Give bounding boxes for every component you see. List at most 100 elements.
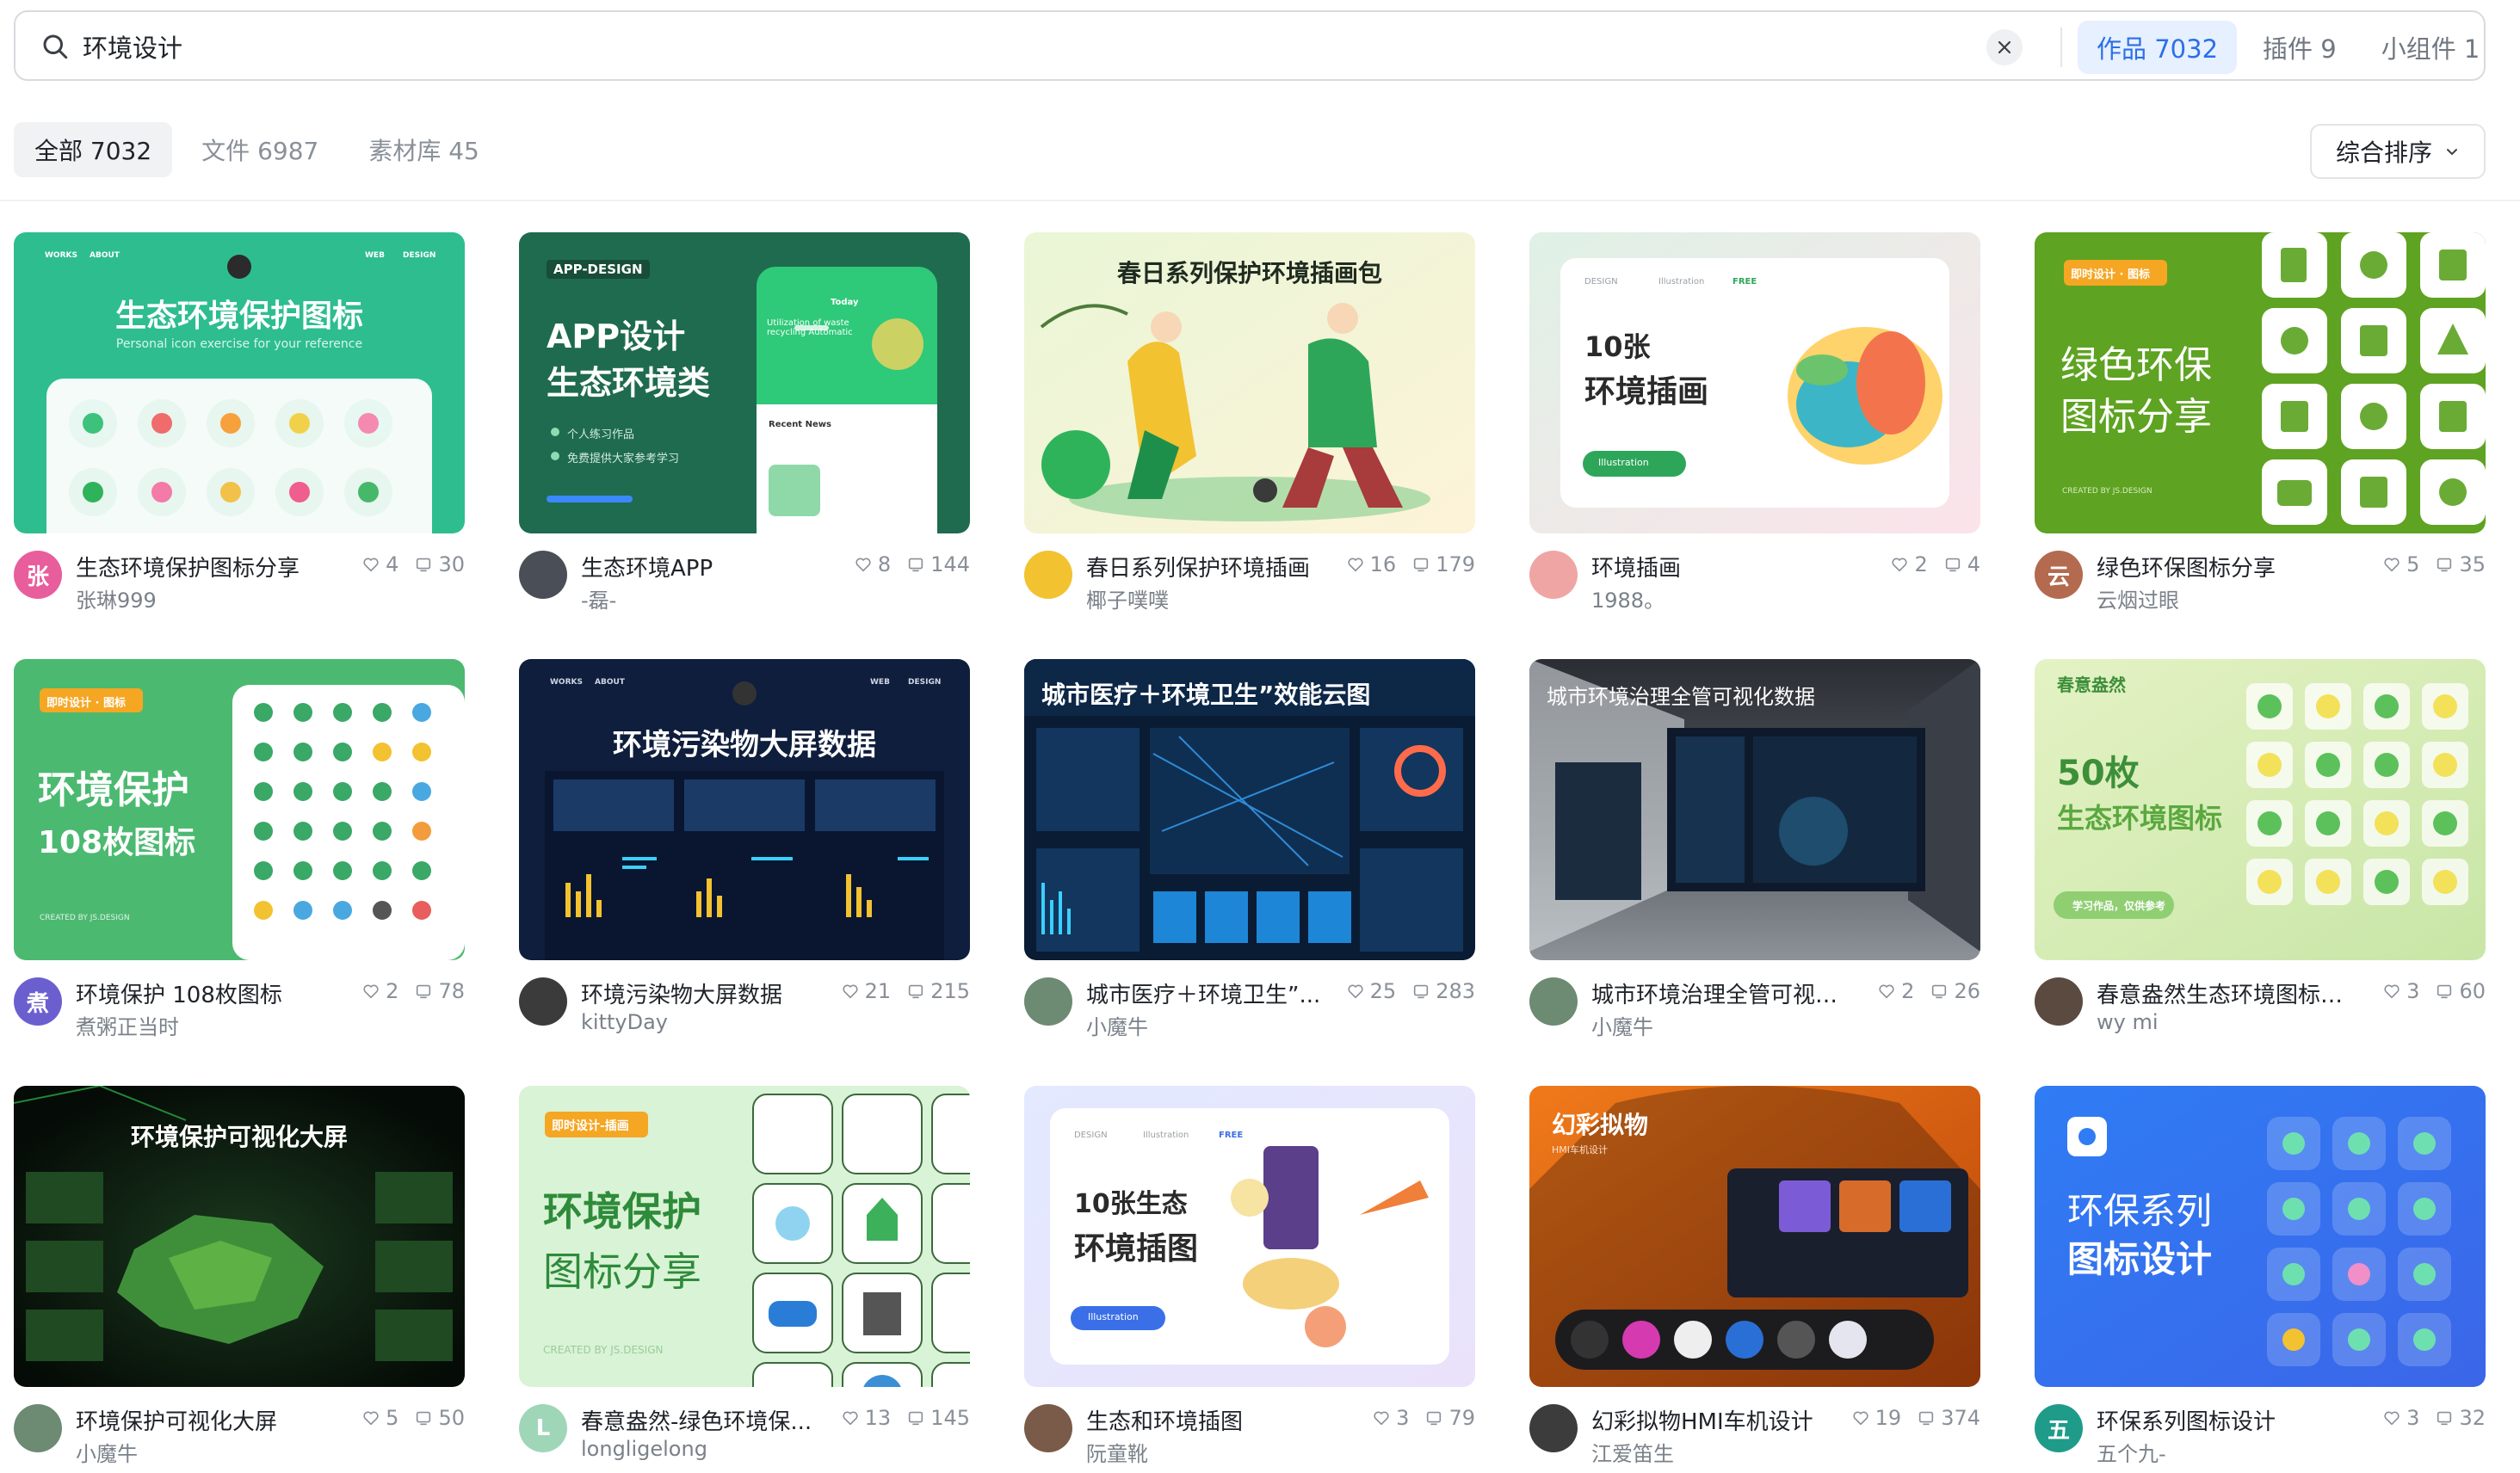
work-card[interactable]: DESIGN Illustration FREE 10张 环境插画 Illust… xyxy=(1529,232,1980,613)
card-author[interactable]: 小魔牛 xyxy=(1086,1010,1336,1040)
card-title[interactable]: 幻彩拟物HMI车机设计 xyxy=(1591,1404,1841,1436)
like-count[interactable]: 3 xyxy=(1372,1406,1409,1430)
like-count[interactable]: 19 xyxy=(1851,1406,1901,1430)
card-author[interactable]: 五个九- xyxy=(2097,1437,2346,1467)
like-count[interactable]: 13 xyxy=(841,1406,891,1430)
work-card[interactable]: 环保系列 图标设计 五 环保系列图标设计 五个九- 3 32 xyxy=(2035,1086,2486,1467)
work-card[interactable]: 城市医疗＋环境卫生”效能云图 城市医疗＋环境卫生”... 小魔牛 25 283 xyxy=(1024,659,1475,1040)
filter-files[interactable]: 文件 6987 xyxy=(181,122,339,177)
tab-widgets[interactable]: 小组件 1 xyxy=(2362,21,2499,74)
comment-count: 60 xyxy=(2435,979,2486,1003)
thumb-footer: CREATED BY JS.DESIGN xyxy=(40,914,130,922)
card-title[interactable]: 春意盎然生态环境图标合集 xyxy=(2097,977,2346,1009)
card-author[interactable]: 1988。 xyxy=(1591,583,1841,613)
card-author[interactable]: 小魔牛 xyxy=(76,1437,325,1467)
card-author[interactable]: 江爱笛生 xyxy=(1591,1437,1841,1467)
card-author[interactable]: -磊- xyxy=(581,583,831,613)
filter-assets[interactable]: 素材库 45 xyxy=(348,122,500,177)
comment-icon xyxy=(1414,558,1429,572)
thumb-button: 学习作品，仅供参考 xyxy=(2072,900,2166,912)
avatar[interactable]: 煮 xyxy=(14,977,62,1026)
card-author[interactable]: 椰子噗噗 xyxy=(1086,583,1336,613)
card-title[interactable]: 环境污染物大屏数据 xyxy=(581,977,831,1009)
search-icon xyxy=(43,34,68,59)
work-card[interactable]: 城市环境治理全管可视化数据 城市环境治理全管可视化... 小魔牛 2 26 xyxy=(1529,659,1980,1040)
comment-count: 50 xyxy=(414,1406,465,1430)
card-title[interactable]: 环境保护 108枚图标 xyxy=(76,977,325,1009)
work-card[interactable]: 即时设计 · 图标 绿色环保 图标分享 CREATED BY JS.DESIGN… xyxy=(2035,232,2486,613)
tab-plugins[interactable]: 插件 9 xyxy=(2244,21,2356,74)
like-count[interactable]: 5 xyxy=(2382,552,2419,576)
card-title[interactable]: 生态和环境插图 xyxy=(1086,1404,1336,1436)
card-title[interactable]: 环保系列图标设计 xyxy=(2097,1404,2346,1436)
like-count[interactable]: 2 xyxy=(1890,552,1928,576)
work-card[interactable]: 幻彩拟物 HMI车机设计 幻彩拟物HMI车机设计 江爱笛生 19 374 xyxy=(1529,1086,1980,1467)
search-input[interactable] xyxy=(83,26,1890,67)
work-card[interactable]: 即时设计 · 图标 环境保护 108枚图标 CREATED BY JS.DESI… xyxy=(14,659,465,1040)
like-count[interactable]: 4 xyxy=(361,552,398,576)
avatar[interactable]: 云 xyxy=(2035,551,2083,599)
work-card[interactable]: 即时设计-插画 环境保护 图标分享 CREATED BY JS.DESIGN L… xyxy=(519,1086,970,1464)
like-count[interactable]: 25 xyxy=(1346,979,1396,1003)
card-author[interactable]: wy mi xyxy=(2097,1010,2346,1034)
work-card[interactable]: 生态环境保护图标 Personal icon exercise for your… xyxy=(14,232,465,613)
work-card[interactable]: 环境污染物大屏数据 WORKS ABOUT WEB DESIGN 环境污染物大屏… xyxy=(519,659,970,1038)
avatar[interactable] xyxy=(519,551,567,599)
thumb-heading: 生态环境图标 xyxy=(2057,802,2223,835)
like-count[interactable]: 2 xyxy=(361,979,398,1003)
like-count[interactable]: 2 xyxy=(1877,979,1914,1003)
card-author[interactable]: longligelong xyxy=(581,1437,831,1461)
card-title[interactable]: 绿色环保图标分享 xyxy=(2097,551,2346,582)
card-author[interactable]: 阮童靴 xyxy=(1086,1437,1336,1467)
avatar[interactable] xyxy=(1024,1404,1072,1452)
like-count[interactable]: 3 xyxy=(2382,1406,2419,1430)
avatar[interactable] xyxy=(14,1404,62,1452)
like-count[interactable]: 8 xyxy=(854,552,891,576)
avatar[interactable] xyxy=(1529,977,1578,1026)
avatar[interactable] xyxy=(1529,1404,1578,1452)
card-author[interactable]: kittyDay xyxy=(581,1010,831,1034)
card-title[interactable]: 城市环境治理全管可视化... xyxy=(1591,977,1841,1009)
clear-search-button[interactable] xyxy=(1986,29,2023,65)
avatar[interactable]: L xyxy=(519,1404,567,1452)
card-thumbnail: DESIGN Illustration FREE 10张生态 环境插图 Illu… xyxy=(1024,1086,1475,1387)
work-card[interactable]: 春意盎然 50枚 生态环境图标 学习作品，仅供参考 春意盎然生态环境图标合集 w… xyxy=(2035,659,2486,1038)
thumb-nav-item: WEB xyxy=(365,251,385,260)
work-card[interactable]: DESIGN Illustration FREE 10张生态 环境插图 Illu… xyxy=(1024,1086,1475,1467)
thumb-heading: 生态环境类 xyxy=(547,364,711,402)
comment-icon xyxy=(2437,984,2452,999)
card-title[interactable]: 生态环境保护图标分享 xyxy=(76,551,325,582)
thumb-nav-item: WEB xyxy=(870,678,890,687)
card-title[interactable]: 生态环境APP xyxy=(581,551,831,582)
card-author[interactable]: 小魔牛 xyxy=(1591,1010,1841,1040)
card-author[interactable]: 张琳999 xyxy=(76,583,325,613)
card-author[interactable]: 煮粥正当时 xyxy=(76,1010,325,1040)
card-title[interactable]: 春意盎然-绿色环境保... xyxy=(581,1404,831,1436)
work-card[interactable]: 春日系列保护环境插画包 春日系列保护环境插画 椰子噗噗 16 179 xyxy=(1024,232,1475,613)
sort-dropdown[interactable]: 综合排序 xyxy=(2310,124,2486,179)
like-count[interactable]: 21 xyxy=(841,979,891,1003)
card-title[interactable]: 环境插画 xyxy=(1591,551,1841,582)
thumb-heading: APP设计 xyxy=(547,317,686,355)
tab-works[interactable]: 作品 7032 xyxy=(2078,21,2238,74)
card-thumbnail: 幻彩拟物 HMI车机设计 xyxy=(1529,1086,1980,1387)
card-title[interactable]: 春日系列保护环境插画 xyxy=(1086,551,1336,582)
avatar[interactable] xyxy=(1024,551,1072,599)
card-author[interactable]: 云烟过眼 xyxy=(2097,583,2346,613)
work-card[interactable]: 环境保护可视化大屏 环境保护可视化大屏 小魔牛 5 50 xyxy=(14,1086,465,1467)
avatar[interactable] xyxy=(1529,551,1578,599)
avatar[interactable]: 张 xyxy=(14,551,62,599)
avatar[interactable] xyxy=(519,977,567,1026)
like-count[interactable]: 3 xyxy=(2382,979,2419,1003)
thumb-tag: APP-DESIGN xyxy=(547,260,650,279)
work-card[interactable]: APP-DESIGN APP设计 生态环境类 个人练习作品 免费提供大家参考学习… xyxy=(519,232,970,613)
avatar[interactable] xyxy=(1024,977,1072,1026)
card-title[interactable]: 城市医疗＋环境卫生”... xyxy=(1086,977,1336,1009)
card-title[interactable]: 环境保护可视化大屏 xyxy=(76,1404,325,1436)
like-count[interactable]: 16 xyxy=(1346,552,1396,576)
filter-all[interactable]: 全部 7032 xyxy=(14,122,173,177)
avatar[interactable] xyxy=(2035,977,2083,1026)
avatar[interactable]: 五 xyxy=(2035,1404,2083,1452)
like-count[interactable]: 5 xyxy=(361,1406,398,1430)
heart-icon xyxy=(1348,984,1363,999)
